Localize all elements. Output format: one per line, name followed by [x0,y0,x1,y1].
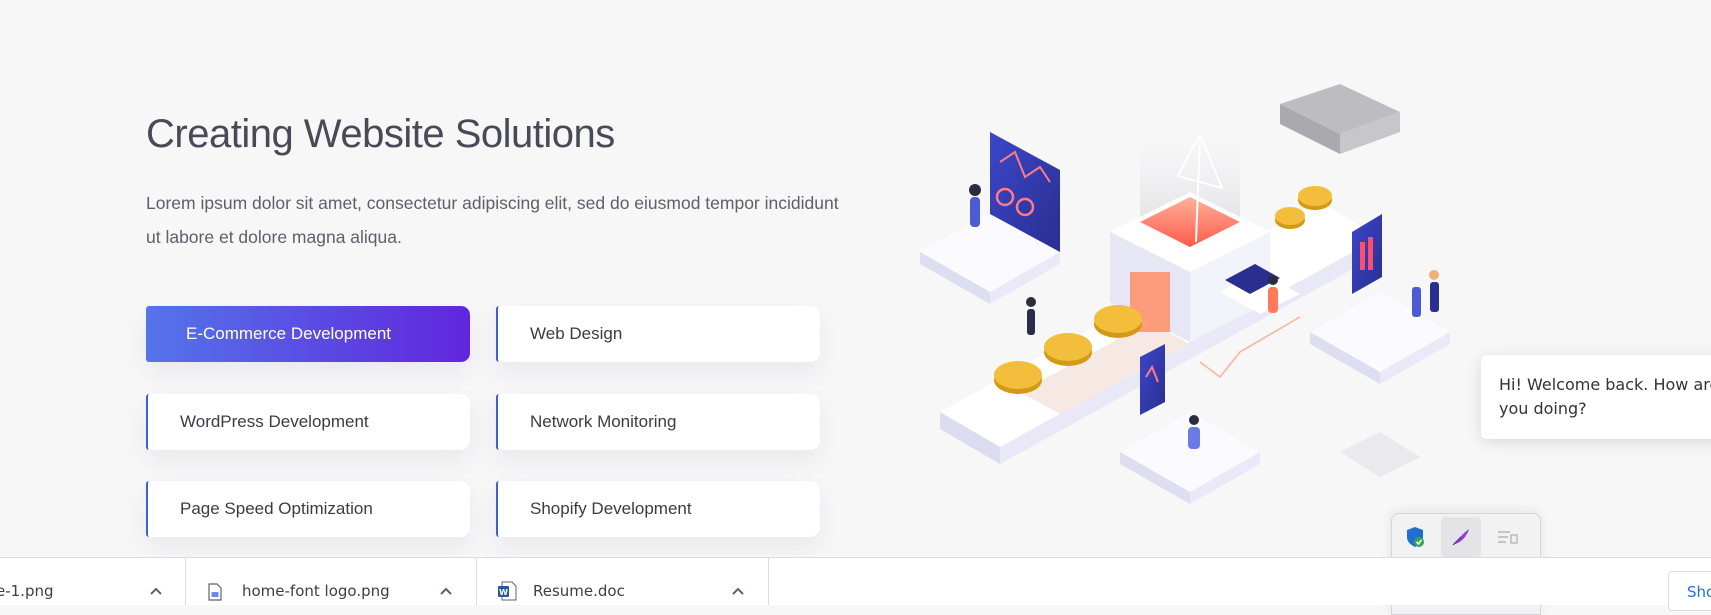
image-file-icon [208,583,222,601]
chat-welcome-bubble[interactable]: Hi! Welcome back. How are you doing? [1481,355,1711,439]
show-all-downloads-button[interactable]: Show all [1668,571,1711,611]
download-filename: home-font logo.png [242,582,390,600]
download-filename: e-1.png [0,582,54,600]
chevron-up-icon[interactable] [730,585,746,597]
analytics-platform [920,132,1060,304]
download-filename: Resume.doc [533,582,625,600]
service-shopify-button[interactable]: Shopify Development [496,481,820,537]
isometric-illustration [920,84,1450,504]
security-shield-icon[interactable] [1395,517,1435,557]
download-item[interactable]: e-1.png [0,558,186,605]
service-ecommerce-button[interactable]: E-Commerce Development [146,306,470,362]
tile-bottom-right [1340,432,1420,477]
word-doc-icon: W [498,581,517,601]
download-bar: e-1.png home-font logo.png W Resume.doc [0,557,1711,605]
download-item[interactable]: W Resume.doc [477,558,769,605]
notification-icon[interactable] [1487,517,1527,557]
gray-block-top [1280,84,1400,154]
service-wordpress-button[interactable]: WordPress Development [146,394,470,450]
service-network-monitoring-button[interactable]: Network Monitoring [496,394,820,450]
hero-description: Lorem ipsum dolor sit amet, consectetur … [146,193,839,247]
hero-title: Creating Website Solutions [146,112,615,156]
feather-pen-icon[interactable] [1441,517,1481,557]
download-item[interactable]: home-font logo.png [186,558,477,605]
service-page-speed-button[interactable]: Page Speed Optimization [146,481,470,537]
service-web-design-button[interactable]: Web Design [496,306,820,362]
svg-text:W: W [499,588,508,597]
chevron-up-icon[interactable] [438,585,454,597]
chevron-up-icon[interactable] [148,585,164,597]
